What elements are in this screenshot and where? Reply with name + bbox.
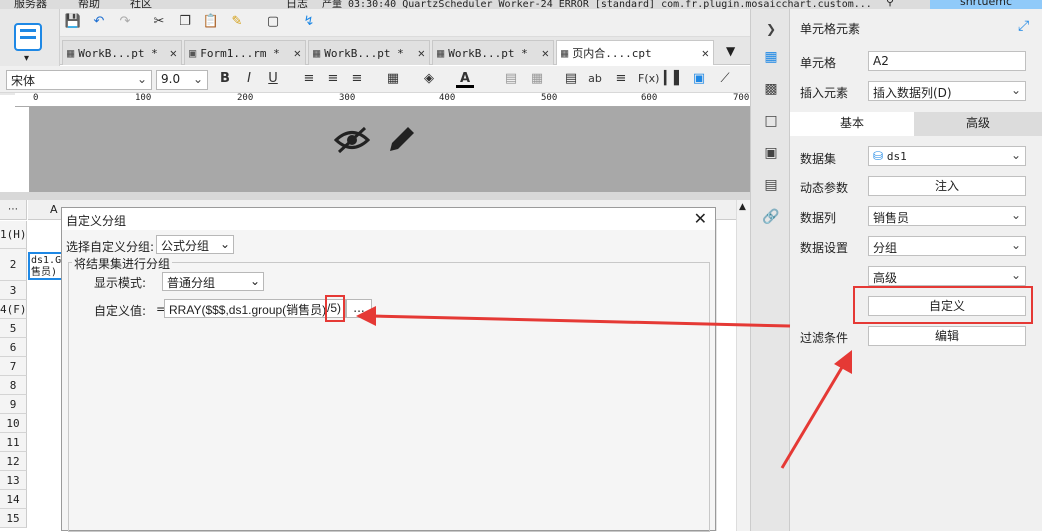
arrow-head xyxy=(356,306,376,326)
arrow-line xyxy=(780,363,846,469)
arrow-head xyxy=(834,350,852,374)
annotation-arrows xyxy=(356,306,852,469)
arrow-line xyxy=(371,314,791,328)
